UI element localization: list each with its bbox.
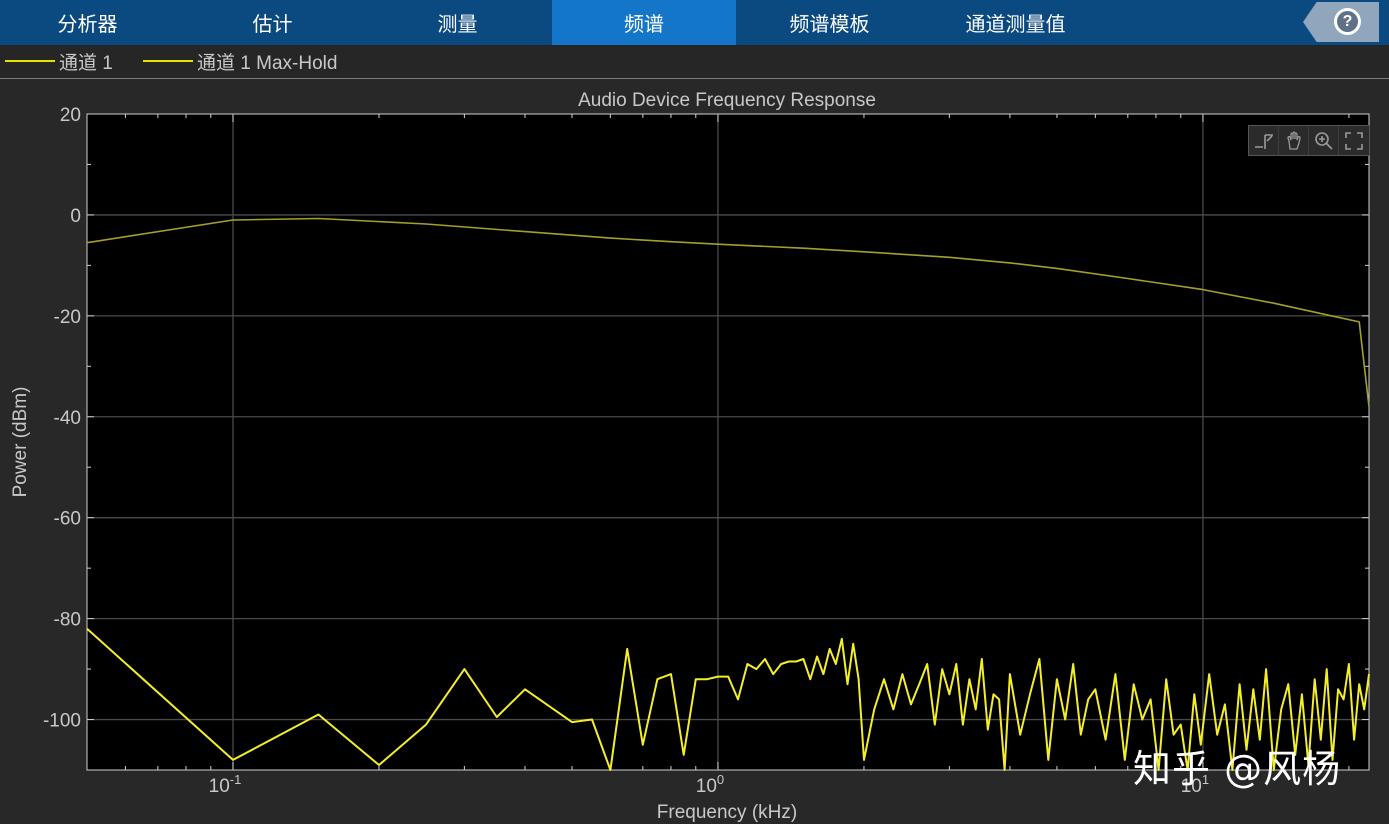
y-axis-label: Power (dBm) [10, 387, 31, 498]
tab-measurements[interactable]: 测量 [370, 0, 545, 45]
tab-analyzer[interactable]: 分析器 [0, 0, 175, 45]
toolstrip: 分析器 估计 测量 频谱 频谱模板 通道测量值 ? [0, 0, 1389, 45]
tab-channel-measurements[interactable]: 通道测量值 [923, 0, 1108, 45]
spectrum-plot[interactable]: Audio Device Frequency Response 20 0 -20 -4… [0, 79, 1389, 824]
data-cursor-icon[interactable] [1249, 126, 1279, 155]
tab-estimation[interactable]: 估计 [185, 0, 360, 45]
pan-icon[interactable] [1279, 126, 1309, 155]
chart-title: Audio Device Frequency Response [578, 90, 876, 111]
y-tick-label: -100 [43, 711, 81, 732]
tab-spectral-mask[interactable]: 频谱模板 [736, 0, 923, 45]
legend-label: 通道 1 Max-Hold [197, 52, 338, 74]
help-button[interactable]: ? [1334, 8, 1361, 35]
legend-label: 通道 1 [59, 52, 113, 74]
y-tick-label: 20 [60, 105, 81, 126]
autoscale-icon[interactable] [1339, 126, 1369, 155]
legend-item-channel-1[interactable]: 通道 1 [5, 50, 113, 74]
watermark: 知乎 @风杨 [1133, 747, 1342, 791]
zoom-in-icon[interactable] [1309, 126, 1339, 155]
y-tick-label: 0 [70, 206, 81, 227]
x-tick-label: 100 [696, 772, 724, 797]
legend-item-max-hold[interactable]: 通道 1 Max-Hold [143, 50, 338, 74]
tab-spectrum[interactable]: 频谱 [552, 0, 736, 45]
help-icon: ? [1337, 11, 1358, 32]
y-tick-label: -20 [54, 307, 81, 328]
y-tick-label: -80 [54, 610, 81, 631]
y-tick-label: -60 [54, 509, 81, 530]
x-axis-label: Frequency (kHz) [657, 802, 797, 823]
plot-area[interactable] [86, 113, 1370, 771]
legend: 通道 1 通道 1 Max-Hold [0, 45, 1389, 79]
legend-line-icon [143, 60, 193, 62]
plot-toolbar [1248, 125, 1370, 156]
x-tick-label: 10-1 [209, 772, 242, 797]
y-tick-label: -40 [54, 408, 81, 429]
legend-line-icon [5, 60, 55, 62]
